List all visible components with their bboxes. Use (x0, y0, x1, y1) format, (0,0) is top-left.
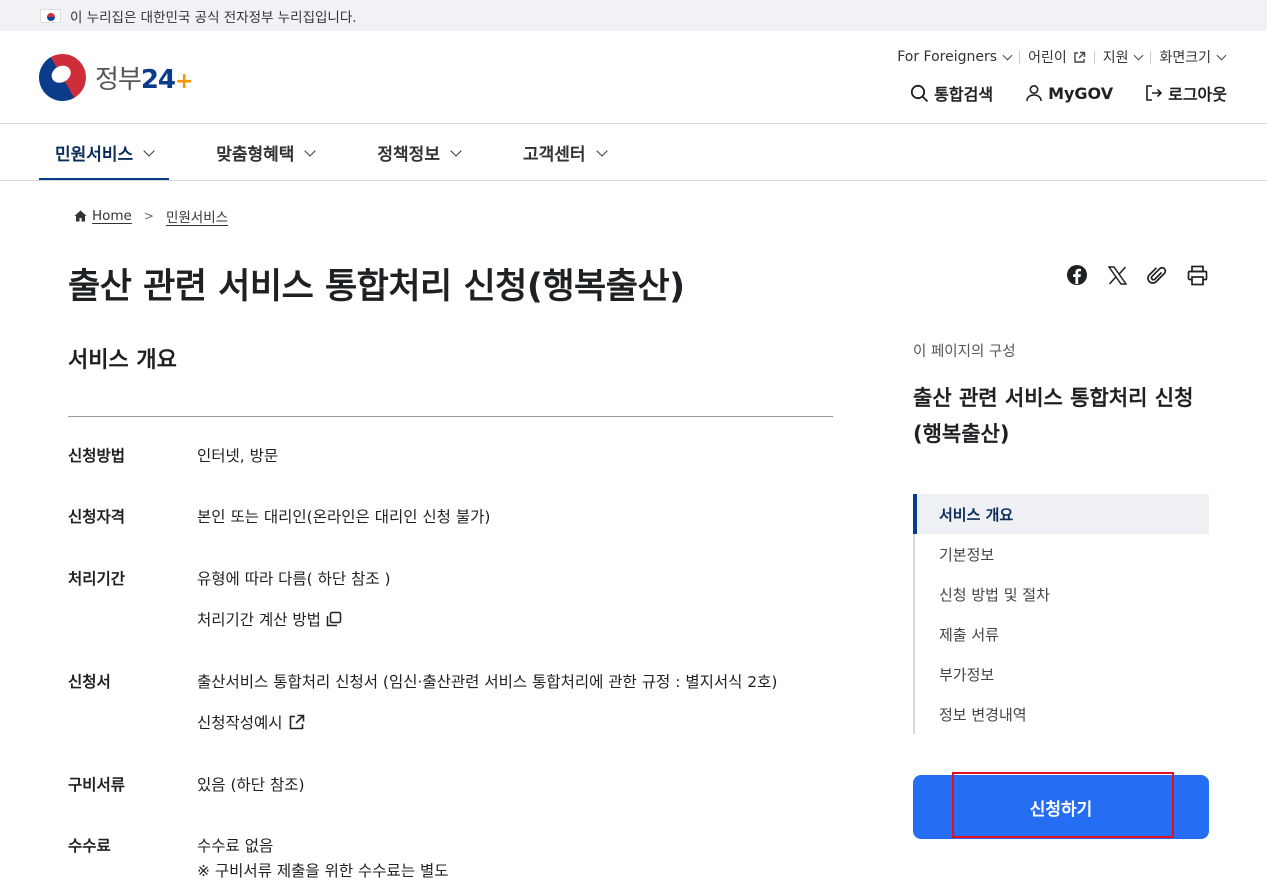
logout-label: 로그아웃 (1168, 85, 1227, 104)
for-foreigners-menu[interactable]: For Foreigners (889, 49, 1019, 65)
screen-size-label: 화면크기 (1159, 50, 1211, 66)
section-title: 서비스 개요 (68, 348, 177, 373)
external-link-icon (289, 714, 304, 729)
eligibility-label: 신청자격 (68, 508, 126, 526)
chevron-right-icon: > (143, 209, 154, 223)
nav-label: 맞춤형혜택 (216, 145, 295, 165)
breadcrumb: Home > 민원서비스 (74, 206, 228, 226)
gov-banner: 이 누리집은 대한민국 공식 전자정부 누리집입니다. (0, 0, 1267, 31)
korean-flag-icon (40, 8, 61, 23)
x-share-button[interactable] (1104, 262, 1130, 288)
logo-text: 정부24+ (95, 65, 193, 95)
fee-value: 수수료 없음 (197, 837, 274, 855)
method-value: 인터넷, 방문 (197, 447, 279, 465)
chevron-down-icon (1002, 50, 1013, 60)
period-calc-link[interactable]: 처리기간 계산 방법 (197, 608, 342, 630)
search-button[interactable]: 통합검색 (910, 81, 993, 105)
form-example-label: 신청작성예시 (197, 714, 283, 732)
fee-label: 수수료 (68, 837, 111, 855)
screen-size-menu[interactable]: 화면크기 (1151, 47, 1233, 67)
toc-title: 출산 관련 서비스 통합처리 신청(행복출산) (913, 386, 1194, 446)
printer-icon (1187, 265, 1207, 285)
taegeuk-logo-icon (30, 45, 95, 110)
docs-value: 있음 (하단 참조) (197, 776, 305, 794)
toc-item-basic-info[interactable]: 기본정보 (915, 534, 1209, 574)
toc-caption: 이 페이지의 구성 (913, 344, 1016, 360)
chevron-down-icon (595, 144, 608, 157)
chevron-down-icon (1134, 50, 1144, 60)
apply-button[interactable]: 신청하기 (913, 775, 1209, 839)
nav-label: 고객센터 (522, 145, 586, 165)
chevron-down-icon (304, 144, 317, 157)
nav-custom-benefits[interactable]: 맞춤형혜택 (200, 124, 330, 181)
site-header: 정부24+ For Foreigners 어린이 지원 화면크기 통합검색 My… (0, 31, 1267, 124)
nav-label: 민원서비스 (55, 145, 134, 165)
breadcrumb-current[interactable]: 민원서비스 (166, 206, 228, 226)
share-tools (1064, 262, 1224, 288)
toc-list: 서비스 개요 기본정보 신청 방법 및 절차 제출 서류 부가정보 정보 변경내… (913, 494, 1209, 734)
toc-item-procedure[interactable]: 신청 방법 및 절차 (915, 574, 1209, 614)
toc-item-documents[interactable]: 제출 서류 (915, 614, 1209, 654)
external-link-icon (1074, 51, 1085, 63)
support-label: 지원 (1102, 50, 1129, 66)
mygov-button[interactable]: MyGOV (1025, 84, 1113, 103)
period-calc-label: 처리기간 계산 방법 (197, 611, 321, 629)
search-icon (911, 84, 929, 102)
nav-policy-info[interactable]: 정책정보 (361, 124, 476, 181)
eligibility-value: 본인 또는 대리인(온라인은 대리인 신청 불가) (197, 508, 491, 526)
paperclip-icon (1147, 266, 1167, 284)
copy-link-button[interactable] (1144, 262, 1170, 288)
gov-banner-text: 이 누리집은 대한민국 공식 전자정부 누리집입니다. (70, 9, 357, 26)
nav-civil-service[interactable]: 민원서비스 (39, 124, 170, 181)
x-twitter-icon (1107, 265, 1127, 285)
gov24-logo[interactable]: 정부24+ (30, 45, 193, 110)
fee-note: ※ 구비서류 제출을 위한 수수료는 별도 (197, 862, 449, 880)
nav-divider (0, 180, 1267, 181)
search-label: 통합검색 (934, 85, 994, 104)
kids-link[interactable]: 어린이 (1020, 47, 1094, 67)
section-divider (68, 416, 833, 417)
nav-label: 정책정보 (377, 145, 440, 165)
support-menu[interactable]: 지원 (1095, 47, 1151, 67)
copy-popup-icon (326, 611, 342, 627)
form-example-link[interactable]: 신청작성예시 (197, 711, 305, 733)
toc-item-additional-info[interactable]: 부가정보 (915, 654, 1209, 694)
main-nav: 민원서비스 맞춤형혜택 정책정보 고객센터 (39, 124, 653, 181)
home-icon (74, 210, 87, 222)
facebook-icon (1067, 265, 1087, 285)
utility-menu: For Foreigners 어린이 지원 화면크기 (889, 47, 1233, 67)
period-label: 처리기간 (68, 570, 126, 588)
breadcrumb-home[interactable]: Home (92, 208, 132, 224)
chevron-down-icon (1216, 50, 1227, 60)
toc-item-change-history[interactable]: 정보 변경내역 (915, 694, 1209, 734)
form-value: 출산서비스 통합처리 신청서 (임신·출산관련 서비스 통합처리에 관한 규정 … (197, 673, 778, 691)
logout-icon (1146, 85, 1163, 101)
for-foreigners-label: For Foreigners (897, 49, 998, 65)
mygov-label: MyGOV (1048, 83, 1114, 103)
header-tools: 통합검색 MyGOV 로그아웃 (878, 81, 1227, 105)
method-label: 신청방법 (68, 447, 126, 465)
toc-item-overview[interactable]: 서비스 개요 (913, 494, 1209, 534)
period-value: 유형에 따라 다름( 하단 참조 ) (197, 570, 391, 588)
user-icon (1026, 84, 1042, 102)
form-label: 신청서 (68, 673, 111, 691)
kids-label: 어린이 (1028, 50, 1067, 66)
page-title: 출산 관련 서비스 통합처리 신청(행복출산) (68, 267, 685, 307)
docs-label: 구비서류 (68, 776, 126, 794)
print-button[interactable] (1184, 262, 1210, 288)
nav-customer-center[interactable]: 고객센터 (507, 124, 622, 181)
facebook-share-button[interactable] (1064, 262, 1090, 288)
logout-button[interactable]: 로그아웃 (1145, 81, 1227, 105)
chevron-down-icon (143, 144, 155, 157)
chevron-down-icon (450, 144, 462, 157)
